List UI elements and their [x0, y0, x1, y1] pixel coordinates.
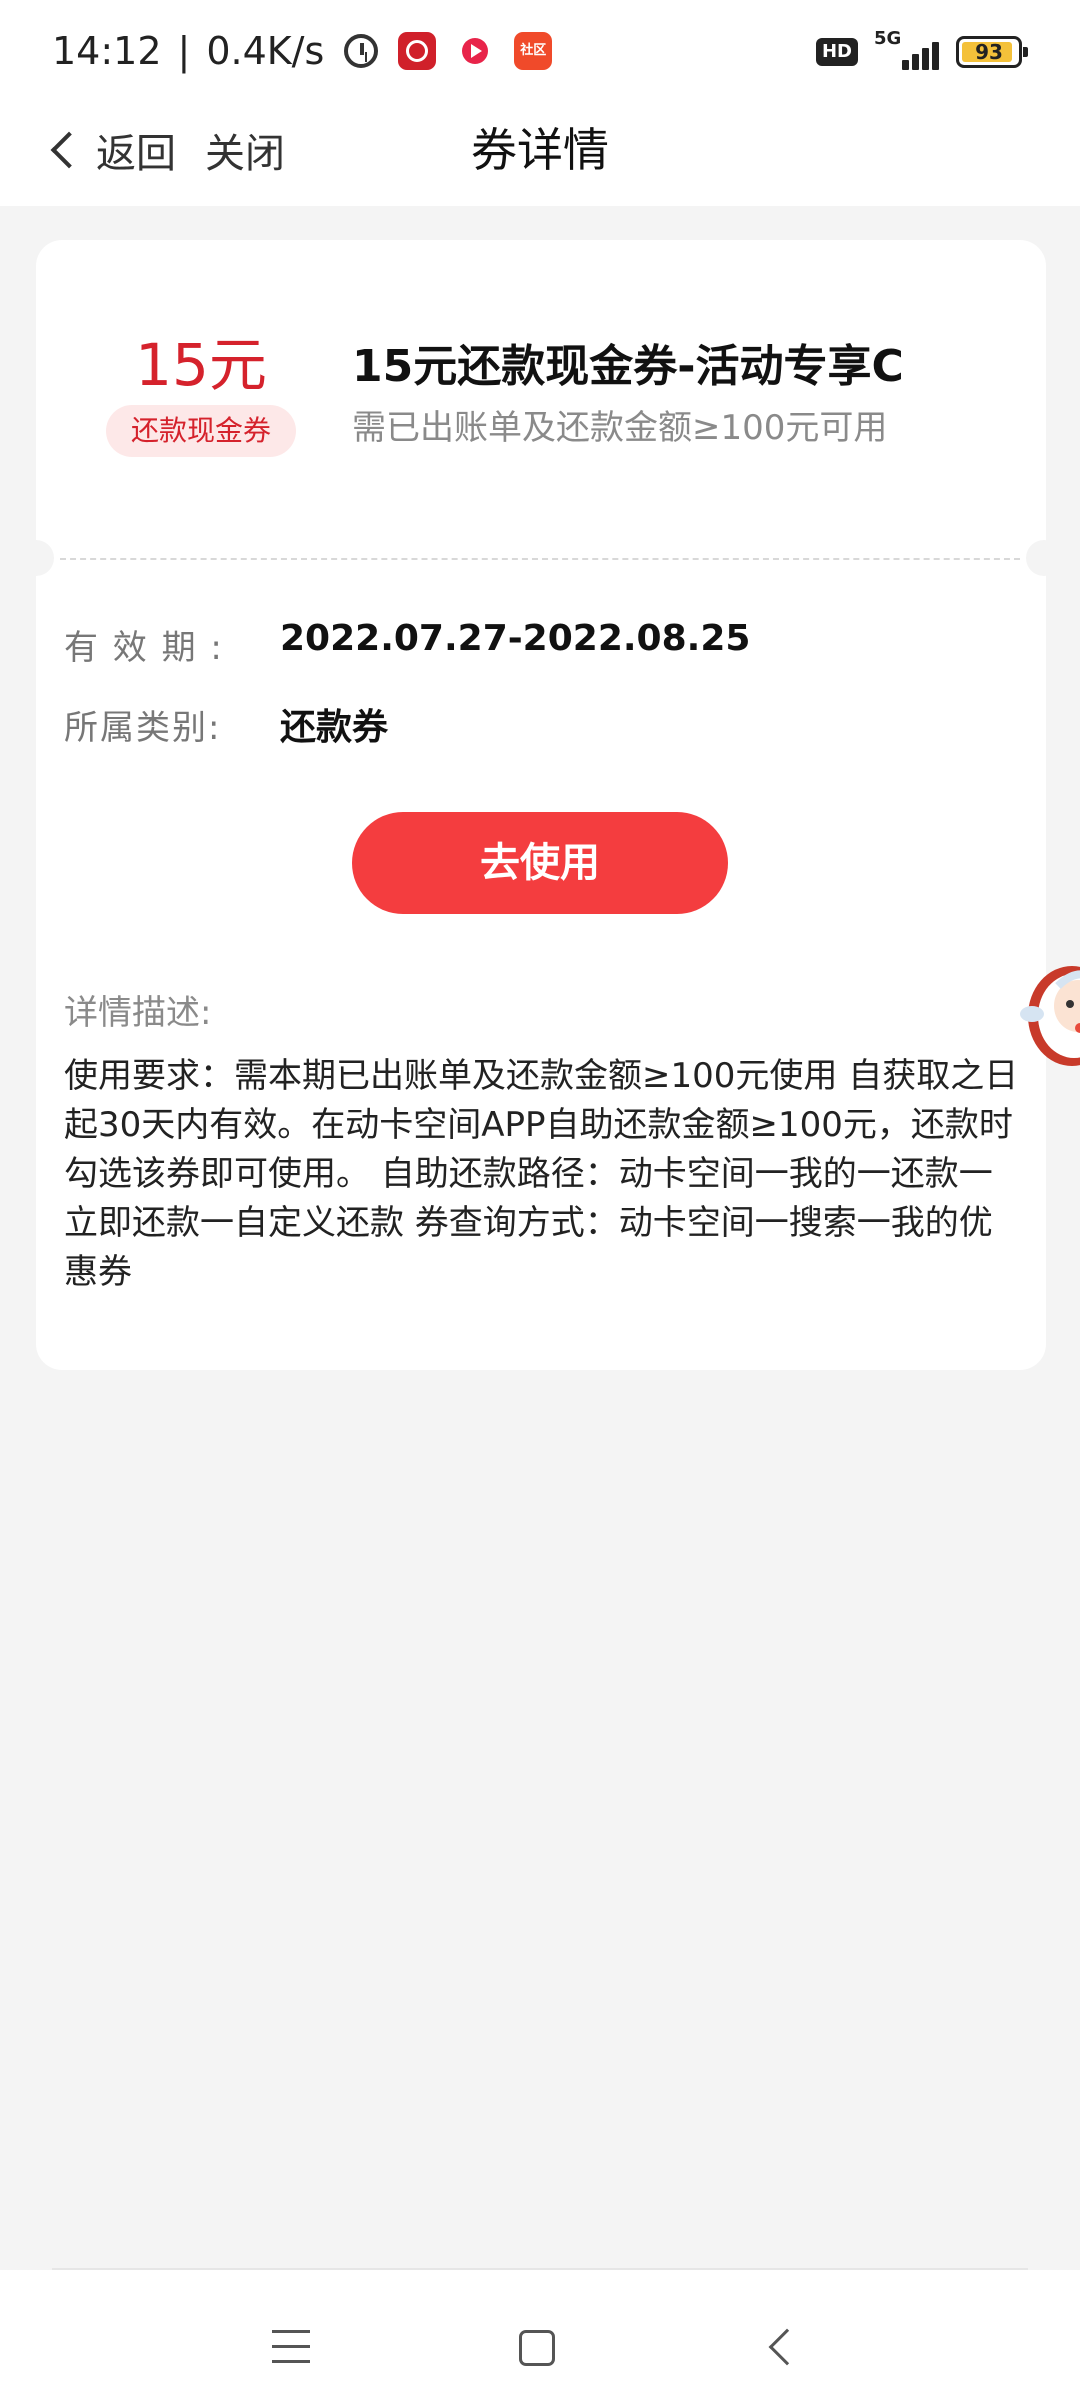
battery-icon: 93 [956, 36, 1028, 68]
video-app-icon [456, 32, 495, 70]
category-label: 所属类别: [64, 708, 222, 748]
use-coupon-button[interactable]: 去使用 [352, 812, 728, 914]
back-nav-icon[interactable] [768, 2328, 806, 2366]
bank-app-icon [398, 32, 437, 70]
coupon-amount: 15元 [135, 331, 267, 399]
coupon-type-tag: 还款现金券 [106, 405, 296, 457]
home-icon[interactable] [519, 2330, 555, 2366]
category-value: 还款券 [280, 707, 389, 748]
hd-badge: HD [815, 38, 858, 66]
description-label: 详情描述: [64, 993, 212, 1033]
page-title: 券详情 [471, 123, 609, 177]
menu-icon[interactable] [272, 2330, 312, 2364]
validity-value: 2022.07.27-2022.08.25 [280, 618, 751, 659]
status-left: 14:12 | 0.4K/s 社区 [52, 26, 553, 76]
dashed-divider [60, 558, 1020, 560]
card-notch-right [1026, 540, 1062, 576]
description-text: 使用要求：需本期已出账单及还款金额≥100元使用 自获取之日起30天内有效。在动… [64, 1056, 1019, 1292]
community-app-icon: 社区 [514, 32, 553, 70]
status-time: 14:12 [52, 29, 162, 73]
battery-percent: 93 [975, 40, 1003, 64]
signal-icon: 5G [872, 28, 942, 72]
floating-mascot-icon[interactable] [1018, 946, 1080, 1076]
network-type: 5G [874, 28, 902, 49]
coupon-condition: 需已出账单及还款金额≥100元可用 [352, 408, 888, 448]
validity-label: 有 效 期 : [64, 628, 224, 668]
status-bar: 14:12 | 0.4K/s 社区 HD 5G 93 [0, 0, 1080, 100]
coupon-title: 15元还款现金券-活动专享C [352, 341, 904, 392]
system-nav-bar [0, 2270, 1080, 2400]
net-speed: 0.4K/s [206, 29, 325, 73]
alarm-icon [344, 34, 379, 68]
status-right: HD 5G 93 [815, 28, 1028, 74]
card-notch-left [18, 540, 54, 576]
nav-bar: 返回 关闭 券详情 [0, 100, 1080, 206]
status-separator: | [177, 29, 191, 73]
